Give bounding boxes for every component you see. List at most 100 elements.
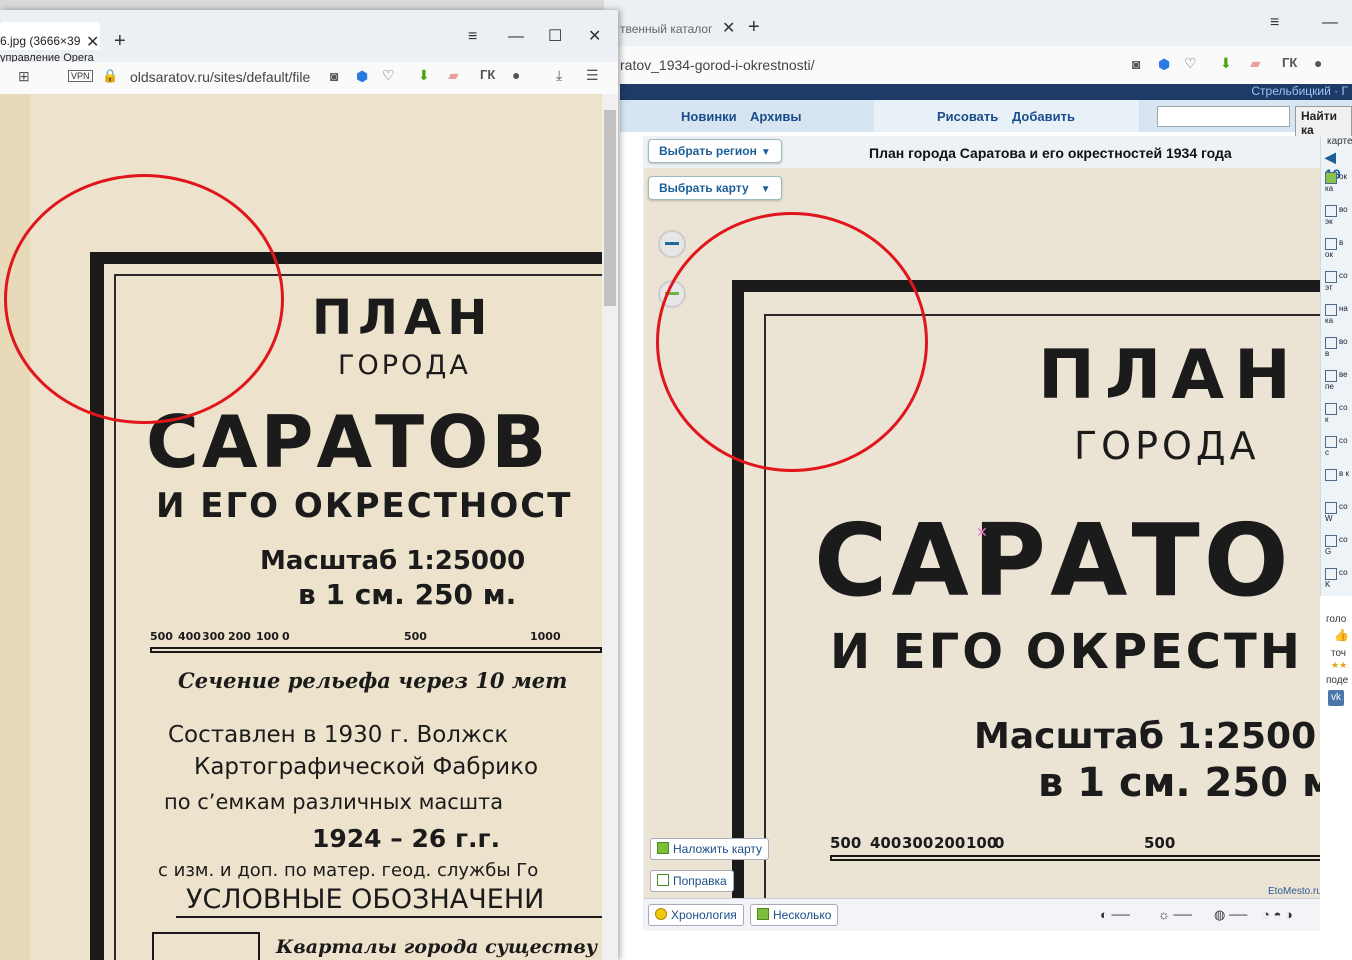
- side-panel-icon: [1325, 436, 1337, 448]
- download-arrow-icon[interactable]: ⬇: [1220, 55, 1232, 72]
- side-bottom-vote: голо: [1326, 614, 1347, 625]
- new-tab-icon[interactable]: +: [748, 16, 760, 39]
- minimize-icon[interactable]: —: [1322, 14, 1338, 32]
- left-browser-window: 6.jpg (3666×39 управление Opera ✕ + ≡ — …: [0, 10, 618, 960]
- map-text-comp1: Составлен в 1930 г. Волжск: [168, 722, 509, 748]
- select-map-button[interactable]: Выбрать карту ▼: [648, 176, 782, 200]
- gk-extension[interactable]: ГК: [480, 67, 495, 82]
- scale-tick-label: 500: [404, 630, 427, 643]
- side-panel-item[interactable]: ве пе: [1325, 370, 1351, 400]
- arrow-left-icon: ◀: [1325, 149, 1336, 165]
- side-panel-item[interactable]: со W: [1325, 502, 1351, 532]
- heart-icon[interactable]: ♡: [1184, 55, 1197, 72]
- tab-menu-icon[interactable]: ≡: [468, 28, 477, 46]
- scale-tick-label: 300: [202, 630, 225, 643]
- overlay-icon: [657, 842, 669, 854]
- vk-share-icon[interactable]: vk: [1328, 690, 1344, 706]
- watermark: EtoMesto.ru: [1268, 886, 1320, 897]
- correction-icon: [657, 874, 669, 886]
- right-tab-bar: твенный каталог ✕ + ≡ —: [604, 0, 1352, 46]
- scale-tick-label: 0: [282, 630, 290, 643]
- side-panel-icon: [1325, 205, 1337, 217]
- scrollbar-thumb[interactable]: [604, 110, 616, 306]
- nav-add[interactable]: Добавить: [1012, 109, 1075, 124]
- side-panel-icon: [1325, 271, 1337, 283]
- extension-icon[interactable]: ▰: [1250, 55, 1261, 72]
- side-panel-label: в к: [1339, 469, 1349, 478]
- map-text-comp3: по сʼемкам различных масшта: [164, 790, 504, 814]
- chronology-button[interactable]: Хронология: [648, 904, 744, 926]
- left-map-image[interactable]: ПЛАН ГОРОДА САРАТОВ И ЕГО ОКРЕСТНОСТ Мас…: [0, 94, 602, 960]
- gk-extension[interactable]: ГК: [1282, 55, 1297, 70]
- downloads-icon[interactable]: ⤓: [556, 67, 562, 84]
- camera-icon[interactable]: ◙: [1132, 56, 1140, 72]
- map-text-saratov: САРАТОВ: [146, 400, 550, 484]
- chat-icon[interactable]: ●: [512, 67, 520, 83]
- side-panel-item[interactable]: ок ка: [1325, 172, 1351, 202]
- side-panel-icon: [1325, 337, 1337, 349]
- right-address-bar[interactable]: ratov_1934-gorod-i-okrestnosti/ ◙ ⬢ ♡ ⬇ …: [604, 46, 1352, 85]
- red-circle-annotation: [4, 174, 284, 424]
- opacity-slider[interactable]: ◍ ──: [1214, 907, 1247, 923]
- search-input[interactable]: [1157, 106, 1290, 127]
- nav-novinki[interactable]: Новинки: [681, 109, 737, 124]
- heart-icon[interactable]: ♡: [382, 67, 395, 84]
- side-panel-item[interactable]: на ка: [1325, 304, 1351, 334]
- search-button[interactable]: Найти ка: [1295, 106, 1352, 140]
- speed-dial-icon[interactable]: ⊞: [18, 68, 30, 85]
- shield-icon[interactable]: ⬢: [1158, 56, 1170, 73]
- right-url[interactable]: ratov_1934-gorod-i-okrestnosti/: [620, 57, 815, 73]
- nav-archives[interactable]: Архивы: [750, 109, 801, 124]
- contrast-slider[interactable]: ◐ ──: [1100, 907, 1130, 922]
- side-panel-item[interactable]: в к: [1325, 469, 1351, 499]
- side-panel-item[interactable]: со эт: [1325, 271, 1351, 301]
- correction-button[interactable]: Поправка: [650, 870, 734, 892]
- right-tab-title[interactable]: твенный каталог: [620, 22, 712, 36]
- nav-draw[interactable]: Рисовать: [937, 109, 998, 124]
- left-tab-bar: 6.jpg (3666×39 управление Opera ✕ + ≡ — …: [0, 10, 618, 64]
- map-view[interactable]: ПЛАН ГОРОДА САРАТО И ЕГО ОКРЕСТН Масштаб…: [644, 168, 1320, 898]
- side-panel-item[interactable]: во в: [1325, 337, 1351, 367]
- red-circle-annotation: [656, 212, 928, 472]
- side-panel-item[interactable]: со G: [1325, 535, 1351, 565]
- side-panel-item[interactable]: со с: [1325, 436, 1351, 466]
- close-tab-icon[interactable]: ✕: [86, 32, 99, 52]
- scale-tick-label: 100: [256, 630, 279, 643]
- new-tab-icon[interactable]: +: [114, 30, 126, 53]
- select-region-label: Выбрать регион: [659, 144, 757, 158]
- map-text-plan: ПЛАН: [312, 290, 494, 346]
- side-panel-item[interactable]: в ок: [1325, 238, 1351, 268]
- maximize-icon[interactable]: ☐: [548, 26, 562, 46]
- zoom-out-button[interactable]: [658, 230, 686, 258]
- minimize-icon[interactable]: —: [508, 28, 524, 46]
- left-address-bar[interactable]: ⊞ VPN 🔒 oldsaratov.ru/sites/default/file…: [0, 62, 618, 95]
- side-panel-icon: [1325, 403, 1337, 415]
- settings-icon[interactable]: ☰: [586, 67, 599, 84]
- close-tab-icon[interactable]: ✕: [722, 18, 735, 38]
- close-window-icon[interactable]: ✕: [588, 26, 601, 46]
- extension-icon[interactable]: ▰: [448, 67, 459, 84]
- scale-tick-label: 400: [178, 630, 201, 643]
- several-button[interactable]: Несколько: [750, 904, 839, 926]
- extra-controls[interactable]: ◔ ◓ ◑: [1262, 907, 1293, 922]
- tab-menu-icon[interactable]: ≡: [1270, 14, 1279, 32]
- scale-bar-line: [150, 647, 602, 653]
- camera-icon[interactable]: ◙: [330, 68, 338, 84]
- chronology-icon: [655, 908, 667, 920]
- left-url[interactable]: oldsaratov.ru/sites/default/file: [130, 69, 310, 85]
- overlay-map-button[interactable]: Наложить карту: [650, 838, 770, 860]
- brightness-slider[interactable]: ☼ ──: [1158, 907, 1192, 922]
- site-header-link[interactable]: Стрельбицкий · Г: [1251, 84, 1348, 98]
- select-region-button[interactable]: Выбрать регион ▼: [648, 139, 782, 163]
- download-arrow-icon[interactable]: ⬇: [418, 67, 430, 84]
- minus-icon: [665, 242, 679, 245]
- thumbs-up-icon[interactable]: 👍: [1334, 628, 1349, 642]
- rating-stars[interactable]: ★★: [1331, 660, 1347, 671]
- several-label: Несколько: [773, 908, 832, 922]
- side-panel-item[interactable]: во эк: [1325, 205, 1351, 235]
- shield-icon[interactable]: ⬢: [356, 68, 368, 85]
- vpn-badge[interactable]: VPN: [68, 70, 93, 82]
- chat-icon[interactable]: ●: [1314, 55, 1322, 71]
- side-panel-item[interactable]: со K: [1325, 568, 1351, 598]
- side-panel-item[interactable]: со к: [1325, 403, 1351, 433]
